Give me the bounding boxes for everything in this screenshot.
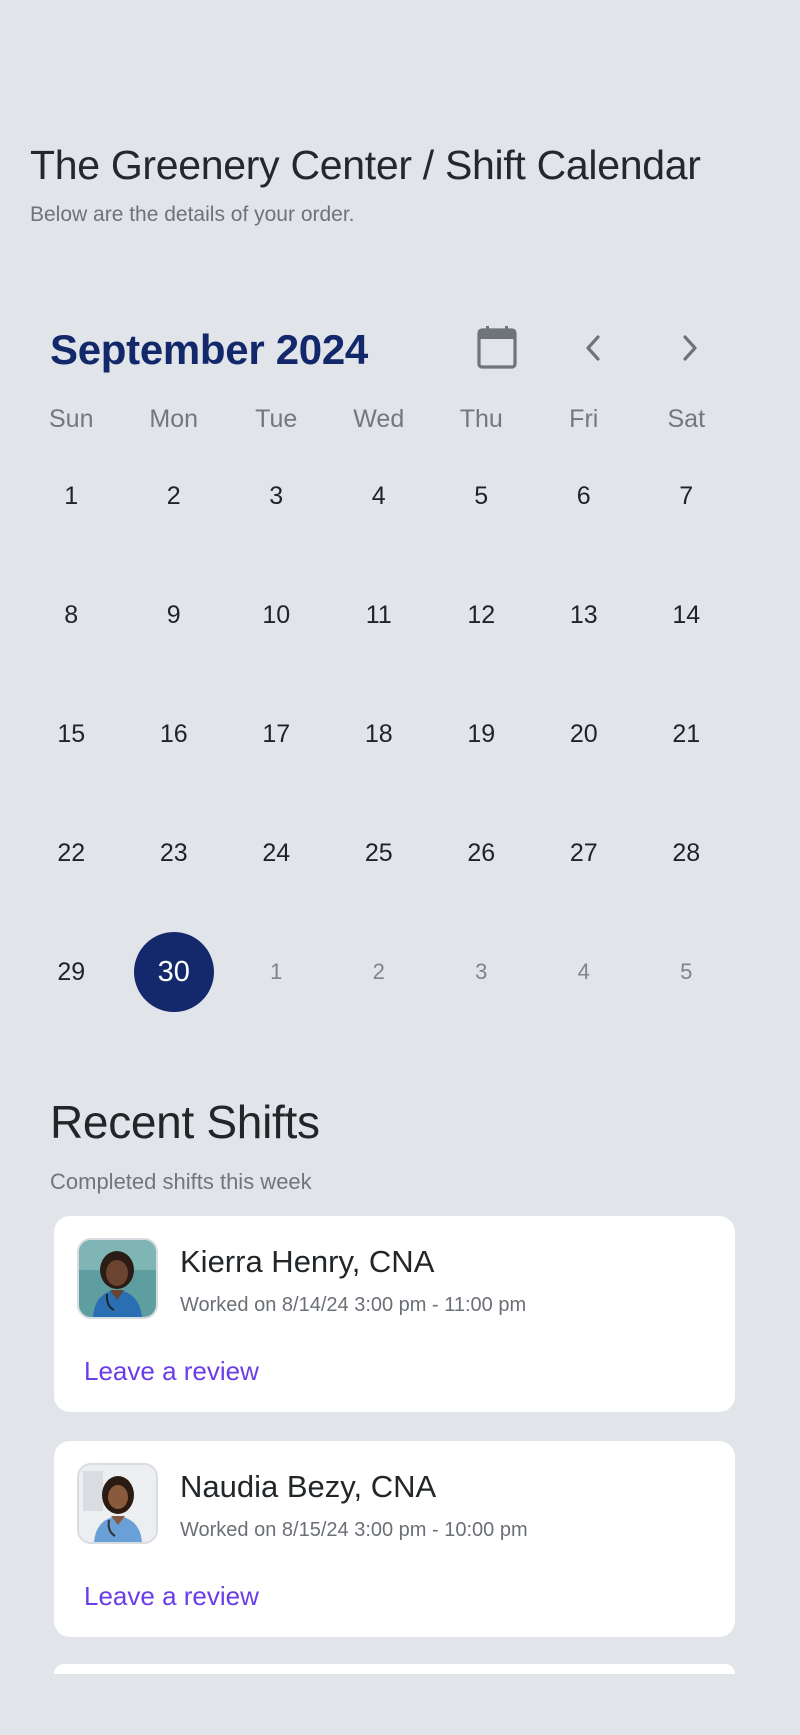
calendar-day-next-month[interactable]: 1 xyxy=(225,932,328,1012)
calendar-day[interactable]: 19 xyxy=(430,694,533,774)
calendar-day[interactable]: 8 xyxy=(20,575,123,655)
shift-time: Worked on 8/14/24 3:00 pm - 11:00 pm xyxy=(180,1294,527,1316)
calendar-day[interactable]: 18 xyxy=(328,694,431,774)
calendar-day[interactable]: 12 xyxy=(430,575,533,655)
calendar-header: September 2024 xyxy=(50,322,750,382)
calendar-day-next-month[interactable]: 5 xyxy=(635,932,738,1012)
shift-card: Naudia Bezy, CNA Worked on 8/15/24 3:00 … xyxy=(54,1441,735,1637)
calendar-day[interactable]: 9 xyxy=(123,575,226,655)
calendar-day[interactable]: 24 xyxy=(225,813,328,893)
calendar-day-next-month[interactable]: 2 xyxy=(328,932,431,1012)
calendar-day[interactable]: 20 xyxy=(533,694,636,774)
calendar-day-next-month[interactable]: 3 xyxy=(430,932,533,1012)
calendar-day[interactable]: 21 xyxy=(635,694,738,774)
page-subtitle: Below are the details of your order. xyxy=(30,203,355,226)
calendar-day[interactable]: 25 xyxy=(328,813,431,893)
calendar-icon[interactable] xyxy=(474,322,520,372)
weekday-label: Sat xyxy=(667,405,706,433)
page-header: The Greenery Center / Shift Calendar Bel… xyxy=(30,142,780,227)
recent-shifts-title: Recent Shifts xyxy=(50,1096,320,1148)
leave-review-link[interactable]: Leave a review xyxy=(84,1356,259,1387)
month-label: September 2024 xyxy=(50,326,368,373)
weekday-label: Fri xyxy=(569,405,599,433)
calendar-day[interactable]: 22 xyxy=(20,813,123,893)
weekday-label: Wed xyxy=(353,405,405,433)
calendar-day[interactable]: 7 xyxy=(635,456,738,536)
calendar-day[interactable]: 10 xyxy=(225,575,328,655)
calendar-day[interactable]: 23 xyxy=(123,813,226,893)
shift-card-partial xyxy=(54,1664,735,1674)
page-title: The Greenery Center / Shift Calendar xyxy=(30,142,701,188)
calendar-day[interactable]: 26 xyxy=(430,813,533,893)
weekday-label: Thu xyxy=(459,405,503,433)
calendar-day[interactable]: 15 xyxy=(20,694,123,774)
weekday-label: Mon xyxy=(149,405,199,433)
shift-time: Worked on 8/15/24 3:00 pm - 10:00 pm xyxy=(180,1519,528,1541)
calendar-day[interactable]: 11 xyxy=(328,575,431,655)
calendar-day[interactable]: 5 xyxy=(430,456,533,536)
recent-shifts-subtitle: Completed shifts this week xyxy=(50,1169,312,1194)
caregiver-name: Naudia Bezy, CNA xyxy=(180,1469,437,1504)
calendar-day[interactable]: 29 xyxy=(20,932,123,1012)
avatar xyxy=(77,1463,158,1544)
calendar-day[interactable]: 16 xyxy=(123,694,226,774)
shift-card: Kierra Henry, CNA Worked on 8/14/24 3:00… xyxy=(54,1216,735,1412)
calendar-day[interactable]: 6 xyxy=(533,456,636,536)
caregiver-name: Kierra Henry, CNA xyxy=(180,1244,435,1279)
weekday-label: Tue xyxy=(255,405,298,433)
calendar-day[interactable]: 2 xyxy=(123,456,226,536)
calendar-day-next-month[interactable]: 4 xyxy=(533,932,636,1012)
leave-review-link[interactable]: Leave a review xyxy=(84,1581,259,1612)
calendar-day[interactable]: 3 xyxy=(225,456,328,536)
prev-month-button[interactable] xyxy=(573,328,613,368)
calendar-day[interactable]: 27 xyxy=(533,813,636,893)
calendar-day-selected[interactable]: 30 xyxy=(123,932,226,1012)
calendar-day[interactable]: 13 xyxy=(533,575,636,655)
weekday-label: Sun xyxy=(49,405,94,433)
recent-shifts-section: Recent Shifts Completed shifts this week xyxy=(50,1095,750,1195)
calendar-day[interactable]: 4 xyxy=(328,456,431,536)
calendar-grid: 1 2 3 4 5 6 7 8 9 10 11 12 13 14 15 16 1… xyxy=(20,456,740,1051)
chevron-right-icon xyxy=(683,335,697,361)
weekday-row: Sun Mon Tue Wed Thu Fri Sat xyxy=(20,405,740,434)
avatar xyxy=(77,1238,158,1319)
chevron-left-icon xyxy=(586,335,600,361)
calendar-day[interactable]: 28 xyxy=(635,813,738,893)
calendar-day[interactable]: 1 xyxy=(20,456,123,536)
calendar-day[interactable]: 17 xyxy=(225,694,328,774)
calendar-day[interactable]: 14 xyxy=(635,575,738,655)
next-month-button[interactable] xyxy=(670,328,710,368)
